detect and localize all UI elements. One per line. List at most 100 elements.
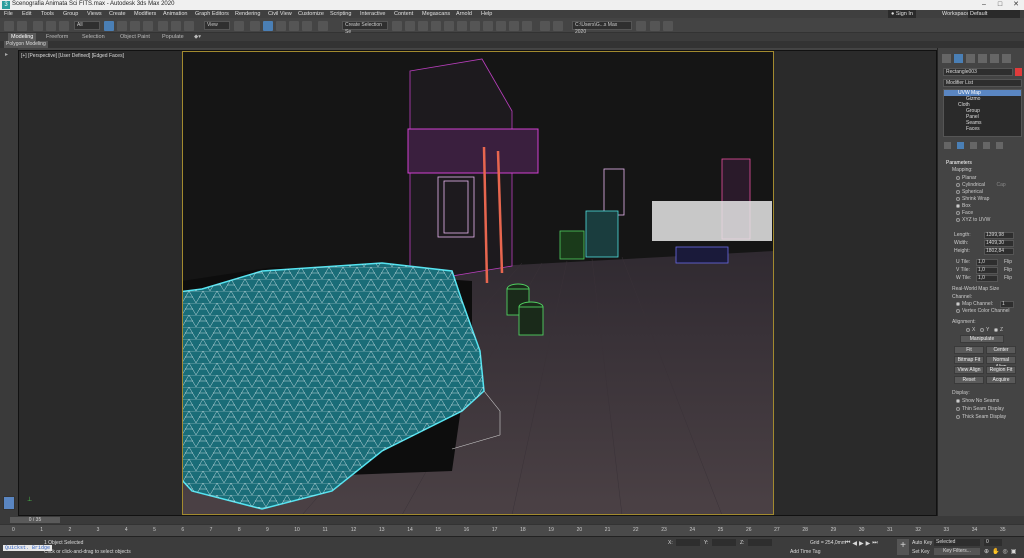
play-icon[interactable]: ▶ — [859, 540, 864, 548]
schematic-view-icon[interactable] — [470, 21, 480, 31]
move-icon[interactable] — [158, 21, 168, 31]
render-production-icon[interactable] — [522, 21, 532, 31]
layer-explorer-icon[interactable] — [431, 21, 441, 31]
a360-gallery-icon[interactable] — [553, 21, 563, 31]
object-name-field[interactable]: Rectangle003 — [943, 68, 1013, 76]
radio-spherical[interactable] — [956, 189, 960, 194]
tab-object-paint[interactable]: Object Paint — [120, 33, 150, 41]
fit-button[interactable]: Fit — [954, 346, 984, 354]
y-coord-field[interactable] — [712, 539, 736, 546]
radio-face[interactable] — [956, 210, 960, 215]
u-flip-checkbox[interactable]: Flip — [1004, 259, 1012, 266]
remove-modifier-icon[interactable] — [983, 142, 990, 149]
select-by-name-icon[interactable] — [117, 21, 127, 31]
mapping-option-box[interactable]: Box — [956, 203, 1020, 210]
map-channel-spinner[interactable]: 1 — [1000, 301, 1014, 308]
height-spinner[interactable]: 1802,84 — [984, 248, 1014, 255]
mapping-option-xyz-to-uvw[interactable]: XYZ to UVW — [956, 217, 1020, 224]
radio-box[interactable] — [956, 203, 960, 208]
rotate-icon[interactable] — [171, 21, 181, 31]
go-to-end-icon[interactable]: ⏭ — [872, 540, 877, 548]
real-world-map-size-checkbox[interactable]: Real-World Map Size — [952, 286, 999, 293]
arnold-render-icon[interactable] — [650, 21, 660, 31]
unlink-icon[interactable] — [46, 21, 56, 31]
spinner-snap-icon[interactable] — [302, 21, 312, 31]
bitmap-fit-button[interactable]: Bitmap Fit — [954, 356, 984, 364]
modifier-list-dropdown[interactable]: Modifier List — [943, 79, 1022, 87]
expand-arrow-icon[interactable]: ▸ — [5, 51, 8, 58]
configure-modifier-sets-icon[interactable] — [996, 142, 1003, 149]
utilities-tab-icon[interactable] — [1002, 54, 1011, 63]
u-tile-spinner[interactable]: 1,0 — [976, 259, 998, 266]
minimize-button[interactable]: – — [976, 0, 992, 10]
radio-show-no-seams[interactable] — [956, 398, 960, 403]
v-tile-spinner[interactable]: 1,0 — [976, 267, 998, 274]
render-setup-icon[interactable] — [496, 21, 506, 31]
w-tile-spinner[interactable]: 1,0 — [976, 275, 998, 282]
vertex-color-radio[interactable]: Vertex Color Channel — [956, 308, 1010, 315]
menu-group[interactable]: Group — [63, 10, 78, 18]
scale-icon[interactable] — [184, 21, 194, 31]
next-frame-icon[interactable]: ▶ — [866, 540, 871, 548]
undo-icon[interactable] — [4, 21, 14, 31]
menu-scripting[interactable]: Scripting — [330, 10, 351, 18]
radio-vertex-color[interactable] — [956, 308, 960, 313]
sign-in-button[interactable]: ● Sign In — [888, 10, 916, 18]
edit-named-selection-icon[interactable] — [318, 21, 328, 31]
normal-align-button[interactable]: Normal Align — [986, 356, 1016, 370]
ribbon-minimize-icon[interactable]: ◆▾ — [194, 33, 201, 41]
select-object-icon[interactable] — [104, 21, 114, 31]
radio-planar[interactable] — [956, 175, 960, 180]
x-coord-field[interactable] — [676, 539, 700, 546]
hierarchy-tab-icon[interactable] — [966, 54, 975, 63]
bind-space-warp-icon[interactable] — [59, 21, 69, 31]
radio-shrink-wrap[interactable] — [956, 196, 960, 201]
rendered-frame-window-icon[interactable] — [509, 21, 519, 31]
window-crossing-icon[interactable] — [143, 21, 153, 31]
radio-thin-seam[interactable] — [956, 406, 960, 411]
percent-snap-icon[interactable] — [289, 21, 299, 31]
axis-y-radio[interactable]: Y — [980, 327, 989, 334]
link-icon[interactable] — [33, 21, 43, 31]
menu-file[interactable]: File — [4, 10, 13, 18]
pan-icon[interactable]: ✋ — [992, 548, 999, 556]
curve-editor-icon[interactable] — [457, 21, 467, 31]
center-button[interactable]: Center — [986, 346, 1016, 354]
tab-selection[interactable]: Selection — [82, 33, 105, 41]
reset-button[interactable]: Reset — [954, 376, 984, 384]
mapping-option-face[interactable]: Face — [956, 210, 1020, 217]
length-spinner[interactable]: 1399,98 — [984, 232, 1014, 239]
orbit-icon[interactable]: ◎ — [1003, 548, 1008, 556]
select-manipulate-icon[interactable] — [250, 21, 260, 31]
mapping-option-spherical[interactable]: Spherical — [956, 189, 1020, 196]
parameters-rollout-title[interactable]: Parameters — [946, 160, 972, 167]
zoom-icon[interactable]: ⊕ — [984, 548, 989, 556]
tab-populate[interactable]: Populate — [162, 33, 184, 41]
region-fit-button[interactable]: Region Fit — [986, 366, 1016, 374]
menu-modifiers[interactable]: Modifiers — [134, 10, 156, 18]
menu-arnold[interactable]: Arnold — [456, 10, 472, 18]
radio-map-channel[interactable] — [956, 301, 960, 306]
mapping-option-shrink-wrap[interactable]: Shrink Wrap — [956, 196, 1020, 203]
go-to-start-icon[interactable]: ⏮ — [845, 540, 850, 548]
time-slider[interactable]: 0 / 35 — [10, 517, 60, 523]
menu-edit[interactable]: Edit — [22, 10, 31, 18]
thin-seam-display-radio[interactable]: Thin Seam Display — [956, 406, 1004, 413]
pivot-icon[interactable] — [234, 21, 244, 31]
modify-tab-icon[interactable] — [954, 54, 963, 63]
menu-tools[interactable]: Tools — [41, 10, 54, 18]
mirror-icon[interactable] — [392, 21, 402, 31]
set-key-mode-button[interactable]: Set Key — [912, 549, 930, 555]
axis-z-radio[interactable]: Z — [994, 327, 1003, 334]
menu-views[interactable]: Views — [87, 10, 102, 18]
axis-x-radio[interactable]: X — [966, 327, 975, 334]
previous-frame-icon[interactable]: ◀ — [852, 540, 857, 548]
menu-civil-view[interactable]: Civil View — [268, 10, 292, 18]
menu-help[interactable]: Help — [481, 10, 492, 18]
menu-customize[interactable]: Customize — [298, 10, 324, 18]
menu-content[interactable]: Content — [394, 10, 413, 18]
tab-modeling[interactable]: Modeling — [8, 33, 37, 41]
mapping-option-cylindrical[interactable]: Cylindrical Cap — [956, 182, 1020, 189]
render-in-cloud-icon[interactable] — [540, 21, 550, 31]
stack-item-faces[interactable]: Faces — [944, 126, 1021, 132]
